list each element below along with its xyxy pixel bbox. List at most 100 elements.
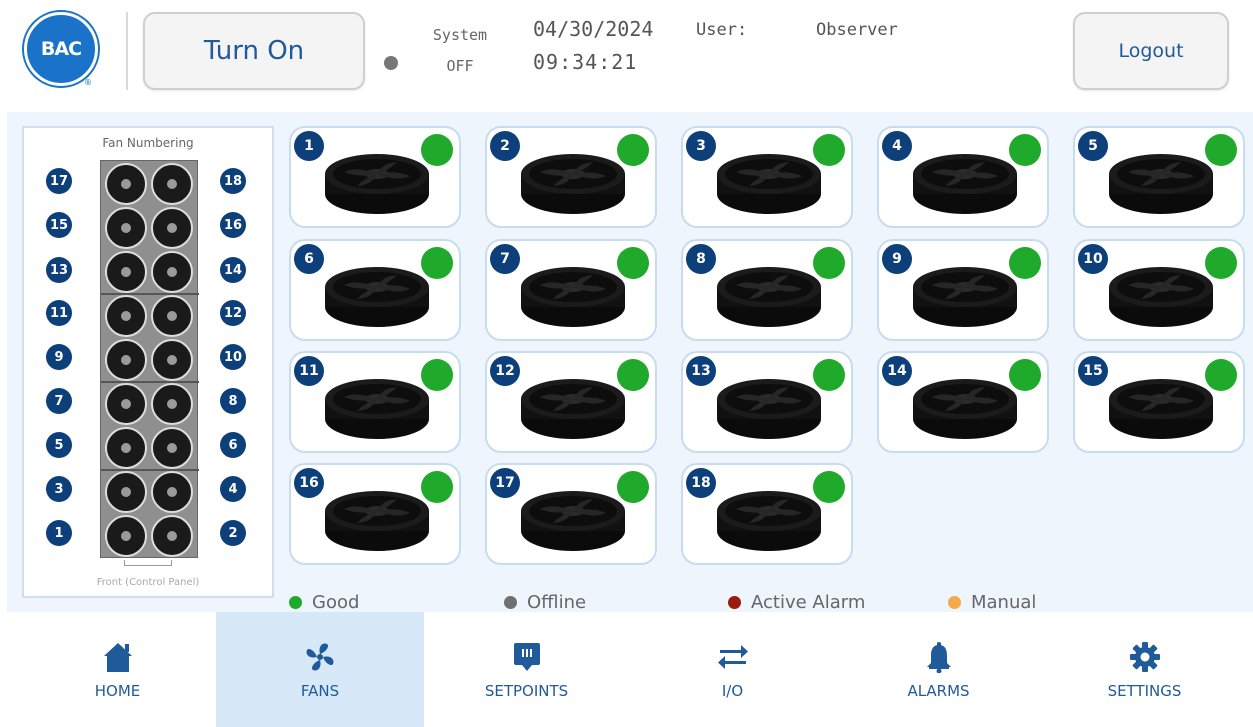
fan-card[interactable]: 14 — [877, 351, 1049, 453]
fan-icon — [717, 379, 821, 439]
turn-on-button[interactable]: Turn On — [143, 12, 365, 90]
fan-card[interactable]: 17 — [485, 463, 657, 565]
unit-fan-icon — [105, 207, 147, 249]
fan-number-badge: 9 — [882, 244, 912, 274]
fan-icon — [913, 154, 1017, 214]
fan-card[interactable]: 8 — [681, 239, 853, 341]
unit-fan-icon — [151, 207, 193, 249]
fan-status-indicator — [813, 471, 845, 503]
fan-status-indicator — [813, 134, 845, 166]
fan-status-indicator — [1009, 359, 1041, 391]
fan-numbering-title: Fan Numbering — [102, 136, 194, 150]
legend-item: Offline — [504, 592, 586, 613]
legend-dot-icon — [728, 596, 741, 609]
fan-number-badge: 16 — [294, 468, 324, 498]
legend-item: Active Alarm — [728, 592, 865, 613]
fan-card[interactable]: 1 — [289, 126, 461, 228]
nav-tab-io[interactable]: I/O — [628, 612, 837, 727]
nav-tab-home[interactable]: HOME — [13, 612, 222, 727]
fan-card[interactable]: 5 — [1073, 126, 1245, 228]
fan-image — [1106, 261, 1216, 329]
fan-card[interactable]: 13 — [681, 351, 853, 453]
fan-icon — [913, 379, 1017, 439]
io-arrows-icon — [717, 640, 749, 674]
legend-dot-icon — [948, 596, 961, 609]
fan-image — [714, 485, 824, 553]
fan-card[interactable]: 11 — [289, 351, 461, 453]
fan-number-badge: 17 — [46, 168, 72, 194]
fan-number-badge: 11 — [294, 356, 324, 386]
fan-number-badge: 3 — [686, 131, 716, 161]
current-time: 09:34:21 — [533, 50, 638, 74]
unit-section-divider — [101, 293, 199, 295]
fan-number-badge: 9 — [46, 344, 72, 370]
fan-number-badge: 14 — [220, 257, 246, 283]
fan-card[interactable]: 3 — [681, 126, 853, 228]
fan-card[interactable]: 7 — [485, 239, 657, 341]
fan-card[interactable]: 18 — [681, 463, 853, 565]
logout-button[interactable]: Logout — [1073, 12, 1229, 90]
fan-number-badge: 1 — [294, 131, 324, 161]
fan-card[interactable]: 12 — [485, 351, 657, 453]
unit-diagram — [100, 160, 199, 558]
fan-image — [714, 148, 824, 216]
header-divider — [126, 12, 128, 90]
system-label: System — [432, 26, 488, 44]
nav-tab-setpoints[interactable]: SETPOINTS — [422, 612, 631, 727]
legend-label: Offline — [527, 592, 587, 613]
fan-status-indicator — [813, 247, 845, 279]
current-date: 04/30/2024 — [533, 17, 654, 41]
fan-card[interactable]: 9 — [877, 239, 1049, 341]
fan-icon — [521, 379, 625, 439]
unit-fan-icon — [105, 295, 147, 337]
fan-card[interactable]: 16 — [289, 463, 461, 565]
fan-number-badge: 8 — [686, 244, 716, 274]
fan-number-badge: 4 — [882, 131, 912, 161]
fan-number-badge: 1 — [46, 520, 72, 546]
fan-image — [322, 261, 432, 329]
unit-fan-icon — [105, 427, 147, 469]
fan-icon — [1109, 154, 1213, 214]
nav-tab-settings[interactable]: SETTINGS — [1040, 612, 1249, 727]
legend-item: Good — [289, 592, 359, 613]
unit-fan-icon — [151, 427, 193, 469]
legend-label: Manual — [971, 592, 1037, 613]
nav-label: SETTINGS — [1107, 682, 1182, 700]
fan-card[interactable]: 4 — [877, 126, 1049, 228]
fan-number-badge: 6 — [294, 244, 324, 274]
fan-card[interactable]: 2 — [485, 126, 657, 228]
unit-fan-icon — [105, 163, 147, 205]
setpoints-icon — [513, 640, 541, 674]
fan-number-badge: 3 — [46, 476, 72, 502]
legend-dot-icon — [289, 596, 302, 609]
nav-tab-fans[interactable]: FANS — [216, 612, 424, 727]
unit-section-divider — [101, 381, 199, 383]
fan-card[interactable]: 15 — [1073, 351, 1245, 453]
fan-number-badge: 15 — [46, 212, 72, 238]
nav-label: I/O — [721, 682, 744, 700]
bottom-navigation: HOME FANS SETPOINTS I/O ALARMS SETTINGS — [0, 612, 1253, 727]
fan-icon — [325, 379, 429, 439]
fan-status-indicator — [1009, 134, 1041, 166]
fan-number-badge: 10 — [220, 344, 246, 370]
home-icon — [103, 640, 133, 674]
fan-status-indicator — [1205, 134, 1237, 166]
fan-status-indicator — [617, 471, 649, 503]
fan-card[interactable]: 6 — [289, 239, 461, 341]
fan-number-badge: 7 — [490, 244, 520, 274]
fan-card[interactable]: 10 — [1073, 239, 1245, 341]
nav-tab-alarms[interactable]: ALARMS — [834, 612, 1043, 727]
fan-image — [518, 261, 628, 329]
fan-number-badge: 7 — [46, 388, 72, 414]
fan-icon — [913, 267, 1017, 327]
fan-icon — [521, 491, 625, 551]
fan-status-indicator — [1009, 247, 1041, 279]
unit-fan-icon — [105, 339, 147, 381]
fan-status-indicator — [421, 247, 453, 279]
fan-image — [1106, 148, 1216, 216]
fan-number-badge: 2 — [490, 131, 520, 161]
legend-item: Manual — [948, 592, 1036, 613]
fan-number-badge: 8 — [220, 388, 246, 414]
fan-icon — [717, 267, 821, 327]
fan-icon — [717, 491, 821, 551]
